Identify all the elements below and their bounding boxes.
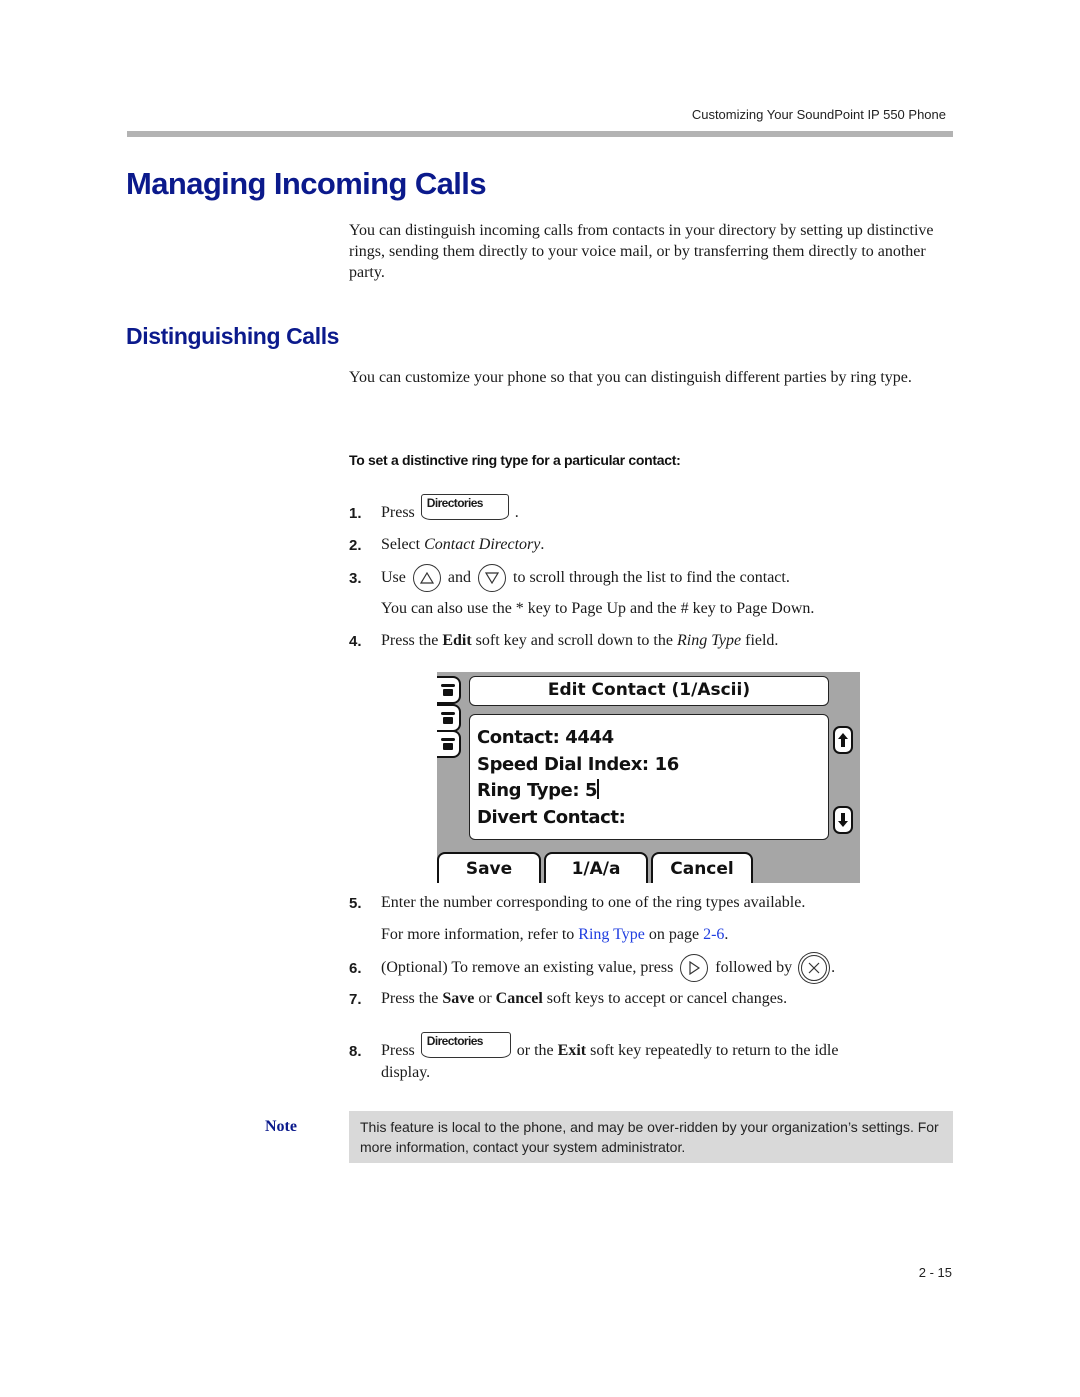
step-text: Press the: [381, 632, 443, 649]
line-key-2: [437, 704, 461, 732]
step-text: field.: [741, 632, 779, 649]
running-header: Customizing Your SoundPoint IP 550 Phone: [691, 107, 946, 122]
page-link[interactable]: 2-6: [703, 926, 724, 943]
step-text: soft key and scroll down to the: [471, 632, 677, 649]
step-text: .: [540, 536, 545, 553]
step-text: Select: [381, 536, 425, 553]
step-text: Enter the number corresponding to one of…: [381, 894, 806, 911]
phone-icon: [441, 738, 455, 750]
subsection-intro: You can customize your phone so that you…: [349, 369, 912, 386]
screen-title: Edit Contact (1/Ascii): [469, 676, 829, 706]
step-1: 1. Press Directories .: [349, 494, 519, 526]
step-4: 4. Press the Edit soft key and scroll do…: [349, 632, 778, 650]
step-number: 3.: [349, 569, 362, 587]
step-number: 2.: [349, 536, 362, 554]
step-number: 5.: [349, 894, 362, 912]
ring-type-link[interactable]: Ring Type: [578, 926, 645, 943]
speed-dial-field: Speed Dial Index: 16: [477, 753, 679, 775]
softkey-mode: 1/A/a: [544, 852, 648, 883]
step-text: to scroll through the list to find the c…: [513, 569, 790, 586]
directories-key-icon: Directories: [420, 1032, 511, 1058]
step-text: .: [514, 504, 519, 521]
ring-type-field: Ring Type: 5: [477, 778, 828, 805]
step-number: 4.: [349, 632, 362, 650]
step-number: 7.: [349, 990, 362, 1008]
contact-field: Contact: 4444: [477, 727, 614, 748]
delete-key-icon: [801, 955, 828, 981]
phone-screen: Edit Contact (1/Ascii) Contact: 4444 Spe…: [437, 672, 860, 883]
step-5-reference: For more information, refer to Ring Type…: [381, 926, 728, 944]
step-8: 8. Press Directories or the Exit soft ke…: [349, 1032, 839, 1064]
step-text: and: [447, 569, 471, 586]
step-text: For more information, refer to: [381, 926, 579, 943]
step-2: 2. Select Contact Directory .: [349, 536, 544, 554]
line-key-3: [437, 730, 461, 758]
menu-option: Contact Directory: [424, 536, 541, 553]
header-rule: [127, 131, 953, 137]
step-text: or the: [516, 1042, 558, 1059]
subsection-title: Distinguishing Calls: [126, 323, 340, 349]
directories-key-icon: Directories: [420, 494, 509, 520]
softkey-name: Exit: [557, 1042, 587, 1059]
down-arrow-key-icon: [478, 564, 506, 592]
step-text: Use: [381, 569, 406, 586]
text-cursor: [597, 779, 599, 799]
step-text: soft keys to accept or cancel changes.: [542, 990, 788, 1007]
page-number: 2 - 15: [918, 1265, 952, 1280]
step-text: Press: [381, 504, 415, 521]
right-arrow-key-icon: [680, 954, 709, 982]
contact-fields: Contact: 4444 Speed Dial Index: 16 Ring …: [469, 714, 829, 840]
softkey-name: Save: [442, 990, 475, 1007]
step-text: followed by: [715, 959, 793, 976]
step-text: Press the: [381, 990, 443, 1007]
up-arrow-key-icon: [412, 564, 441, 592]
step-6: 6. (Optional) To remove an existing valu…: [349, 954, 835, 982]
softkey-name: Cancel: [495, 990, 543, 1007]
step-text: Press: [381, 1042, 415, 1059]
softkey-cancel: Cancel: [651, 852, 753, 883]
phone-icon: [441, 684, 455, 696]
line-key-1: [437, 676, 461, 704]
field-name: Ring Type: [676, 632, 742, 649]
note-label: Note: [265, 1118, 297, 1135]
phone-icon: [441, 712, 455, 724]
step-5: 5. Enter the number corresponding to one…: [349, 894, 805, 912]
step-number: 1.: [349, 504, 362, 522]
scroll-down-icon: [833, 806, 853, 834]
procedure-heading: To set a distinctive ring type for a par…: [349, 452, 681, 468]
step-text: .: [831, 959, 836, 976]
step-number: 8.: [349, 1042, 362, 1060]
section-title: Managing Incoming Calls: [126, 166, 487, 201]
divert-contact-field: Divert Contact:: [477, 806, 626, 828]
step-8-continuation: display.: [381, 1064, 431, 1081]
scroll-up-icon: [833, 726, 853, 754]
section-intro: You can distinguish incoming calls from …: [349, 222, 934, 281]
step-7: 7. Press the Save or Cancel soft keys to…: [349, 990, 787, 1008]
step-text: or: [474, 990, 496, 1007]
step-3-note: You can also use the * key to Page Up an…: [381, 600, 815, 617]
softkey-save: Save: [437, 852, 541, 883]
note-box: This feature is local to the phone, and …: [349, 1111, 953, 1163]
step-text: .: [724, 926, 729, 943]
step-3: 3. Use and to scroll through the list to…: [349, 564, 790, 592]
ring-type-value: Ring Type: 5: [477, 780, 598, 801]
step-text: soft key repeatedly to return to the idl…: [586, 1042, 839, 1059]
step-text: (Optional) To remove an existing value, …: [381, 959, 674, 976]
step-number: 6.: [349, 959, 362, 977]
step-text: on page: [644, 926, 704, 943]
softkey-name: Edit: [442, 632, 472, 649]
